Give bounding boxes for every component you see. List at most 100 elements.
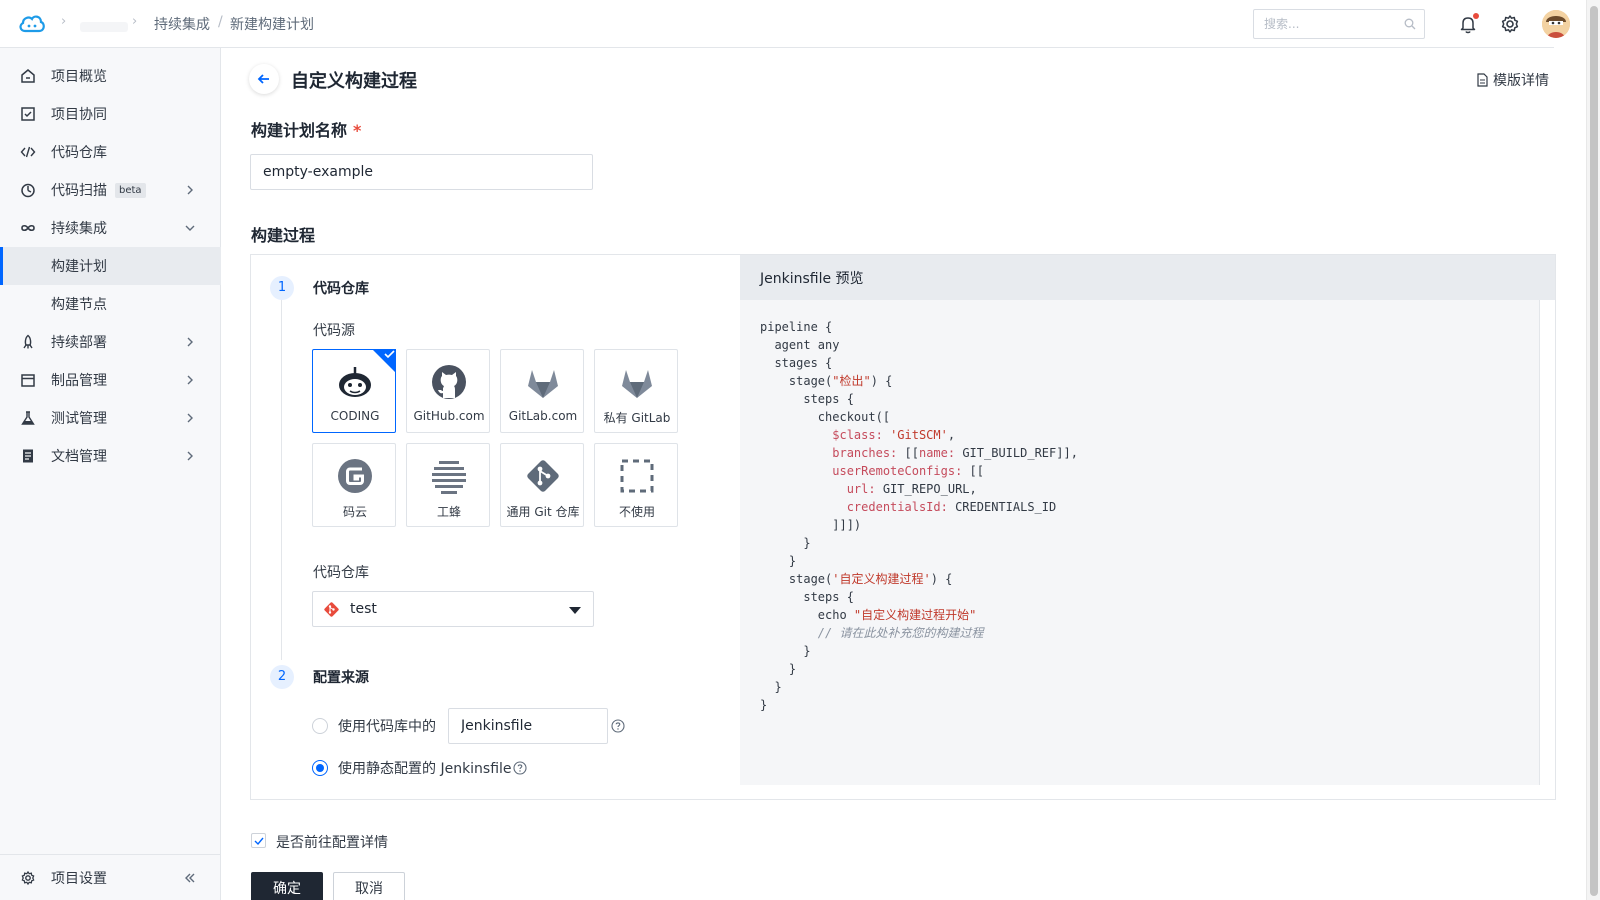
source-card-generic-git[interactable]: 通用 Git 仓库 xyxy=(500,443,584,527)
page-scrollbar[interactable] xyxy=(1586,0,1600,900)
goto-config-checkbox[interactable] xyxy=(251,833,266,848)
code-line: stage('自定义构建过程') { xyxy=(760,572,953,586)
sidebar-item-label: 项目协同 xyxy=(51,107,107,123)
help-icon[interactable] xyxy=(513,761,527,775)
code-key: branches: xyxy=(832,446,898,460)
help-icon[interactable] xyxy=(611,719,625,733)
gear-icon[interactable] xyxy=(1499,13,1521,35)
chevron-right-icon xyxy=(187,375,193,385)
code-key: url: xyxy=(846,482,876,496)
sidebar-item-build-plan[interactable]: 构建计划 xyxy=(0,247,221,285)
template-details-label: 模版详情 xyxy=(1493,73,1549,89)
scrollbar-thumb[interactable] xyxy=(1590,6,1598,896)
jenkinsfile-preview-header: Jenkinsfile 预览 xyxy=(740,255,1555,300)
code-line: echo "自定义构建过程开始" xyxy=(760,608,977,622)
radio-repo-jenkinsfile[interactable] xyxy=(312,718,328,734)
goto-config-label[interactable]: 是否前往配置详情 xyxy=(276,832,388,852)
source-card-private-gitlab[interactable]: 私有 GitLab xyxy=(594,349,678,433)
github-icon xyxy=(432,365,466,399)
sidebar-item-collaboration[interactable]: 项目协同 xyxy=(0,95,221,133)
git-icon xyxy=(324,602,339,617)
sidebar-item-label: 项目概览 xyxy=(51,69,107,85)
project-name-placeholder[interactable] xyxy=(80,22,128,32)
step-1-badge: 1 xyxy=(270,276,294,300)
source-card-label: 不使用 xyxy=(618,505,655,519)
code-line: agent any xyxy=(760,338,840,352)
gitlab-private-icon xyxy=(622,370,652,398)
code-key: name: xyxy=(918,446,956,460)
gitlab-icon xyxy=(528,370,558,398)
none-icon xyxy=(620,459,654,493)
collapse-sidebar-icon[interactable] xyxy=(183,871,197,885)
gongfeng-icon xyxy=(432,461,466,494)
flask-icon xyxy=(21,411,35,425)
jenkinsfile-path-input[interactable] xyxy=(448,708,608,744)
search-input[interactable] xyxy=(1254,10,1394,38)
code-line: } xyxy=(760,698,768,712)
code-key: userRemoteConfigs: xyxy=(832,464,963,478)
search-icon[interactable] xyxy=(1404,18,1416,30)
plan-name-label: 构建计划名称 * xyxy=(251,117,361,141)
chevron-right-icon: › xyxy=(61,14,67,29)
arrow-left-icon xyxy=(257,74,269,84)
source-card-gitee[interactable]: 码云 xyxy=(312,443,396,527)
avatar[interactable] xyxy=(1542,10,1570,38)
source-card-github[interactable]: GitHub.com xyxy=(406,349,490,433)
confirm-button[interactable]: 确定 xyxy=(251,872,323,900)
code-icon xyxy=(20,146,36,158)
code-string: "检出" xyxy=(832,374,871,388)
template-details-link[interactable]: 模版详情 xyxy=(1476,70,1549,90)
code-line: } xyxy=(760,644,811,658)
gear-icon xyxy=(21,870,35,886)
git-icon xyxy=(527,460,559,492)
breadcrumb-parent[interactable]: 持续集成 xyxy=(154,14,210,34)
source-card-coding[interactable]: CODING xyxy=(312,349,396,433)
chevron-right-icon: › xyxy=(132,14,138,29)
sidebar-item-docs[interactable]: 文档管理 xyxy=(0,437,221,475)
jenkinsfile-preview-title: Jenkinsfile 预览 xyxy=(760,271,864,287)
source-card-none[interactable]: 不使用 xyxy=(594,443,678,527)
code-line: steps { xyxy=(760,392,854,406)
check-square-icon xyxy=(21,107,35,121)
code-repo-select[interactable]: test xyxy=(312,591,594,627)
code-line: $class: 'GitSCM', xyxy=(832,428,956,442)
required-mark: * xyxy=(353,121,362,140)
scan-icon xyxy=(21,183,35,198)
code-line: } xyxy=(760,680,782,694)
radio-repo-jenkinsfile-label: 使用代码库中的 xyxy=(338,719,436,735)
chevron-right-icon xyxy=(187,413,193,423)
search-box[interactable] xyxy=(1253,9,1425,39)
home-icon xyxy=(21,69,35,83)
code-string: 'GitSCM' xyxy=(890,428,948,442)
chevron-right-icon xyxy=(187,451,193,461)
gitee-icon xyxy=(338,459,372,493)
logo-icon[interactable] xyxy=(18,12,46,36)
cancel-button[interactable]: 取消 xyxy=(333,872,405,900)
sidebar-item-code-repo[interactable]: 代码仓库 xyxy=(0,133,221,171)
sidebar-item-overview[interactable]: 项目概览 xyxy=(0,57,221,95)
top-bar: › › 持续集成 / 新建构建计划 xyxy=(0,0,1570,48)
sidebar-item-testing[interactable]: 测试管理 xyxy=(0,399,221,437)
page-title: 自定义构建过程 xyxy=(291,71,417,92)
back-button[interactable] xyxy=(249,64,279,94)
radio-static-jenkinsfile-label: 使用静态配置的 Jenkinsfile xyxy=(338,761,512,777)
sidebar-item-label: 制品管理 xyxy=(51,373,107,389)
source-card-gongfeng[interactable]: 工蜂 xyxy=(406,443,490,527)
document-icon xyxy=(1477,73,1488,87)
source-card-gitlab[interactable]: GitLab.com xyxy=(500,349,584,433)
breadcrumb-separator: / xyxy=(218,14,223,30)
sidebar-item-build-node[interactable]: 构建节点 xyxy=(0,285,221,323)
sidebar-item-label: 测试管理 xyxy=(51,411,107,427)
plan-name-input[interactable] xyxy=(250,154,593,190)
code-source-label: 代码源 xyxy=(313,323,355,339)
sidebar-item-code-scan[interactable]: 代码扫描 beta xyxy=(0,171,221,209)
build-process-label: 构建过程 xyxy=(251,226,316,245)
radio-static-jenkinsfile[interactable] xyxy=(312,760,328,776)
checkmark-icon xyxy=(254,837,264,846)
sidebar-item-project-settings[interactable]: 项目设置 xyxy=(0,859,221,897)
sidebar-item-cd[interactable]: 持续部署 xyxy=(0,323,221,361)
sidebar-item-label: 构建节点 xyxy=(51,297,107,313)
code-line: pipeline { xyxy=(760,320,833,334)
sidebar-item-artifacts[interactable]: 制品管理 xyxy=(0,361,221,399)
sidebar-item-ci[interactable]: 持续集成 xyxy=(0,209,221,247)
